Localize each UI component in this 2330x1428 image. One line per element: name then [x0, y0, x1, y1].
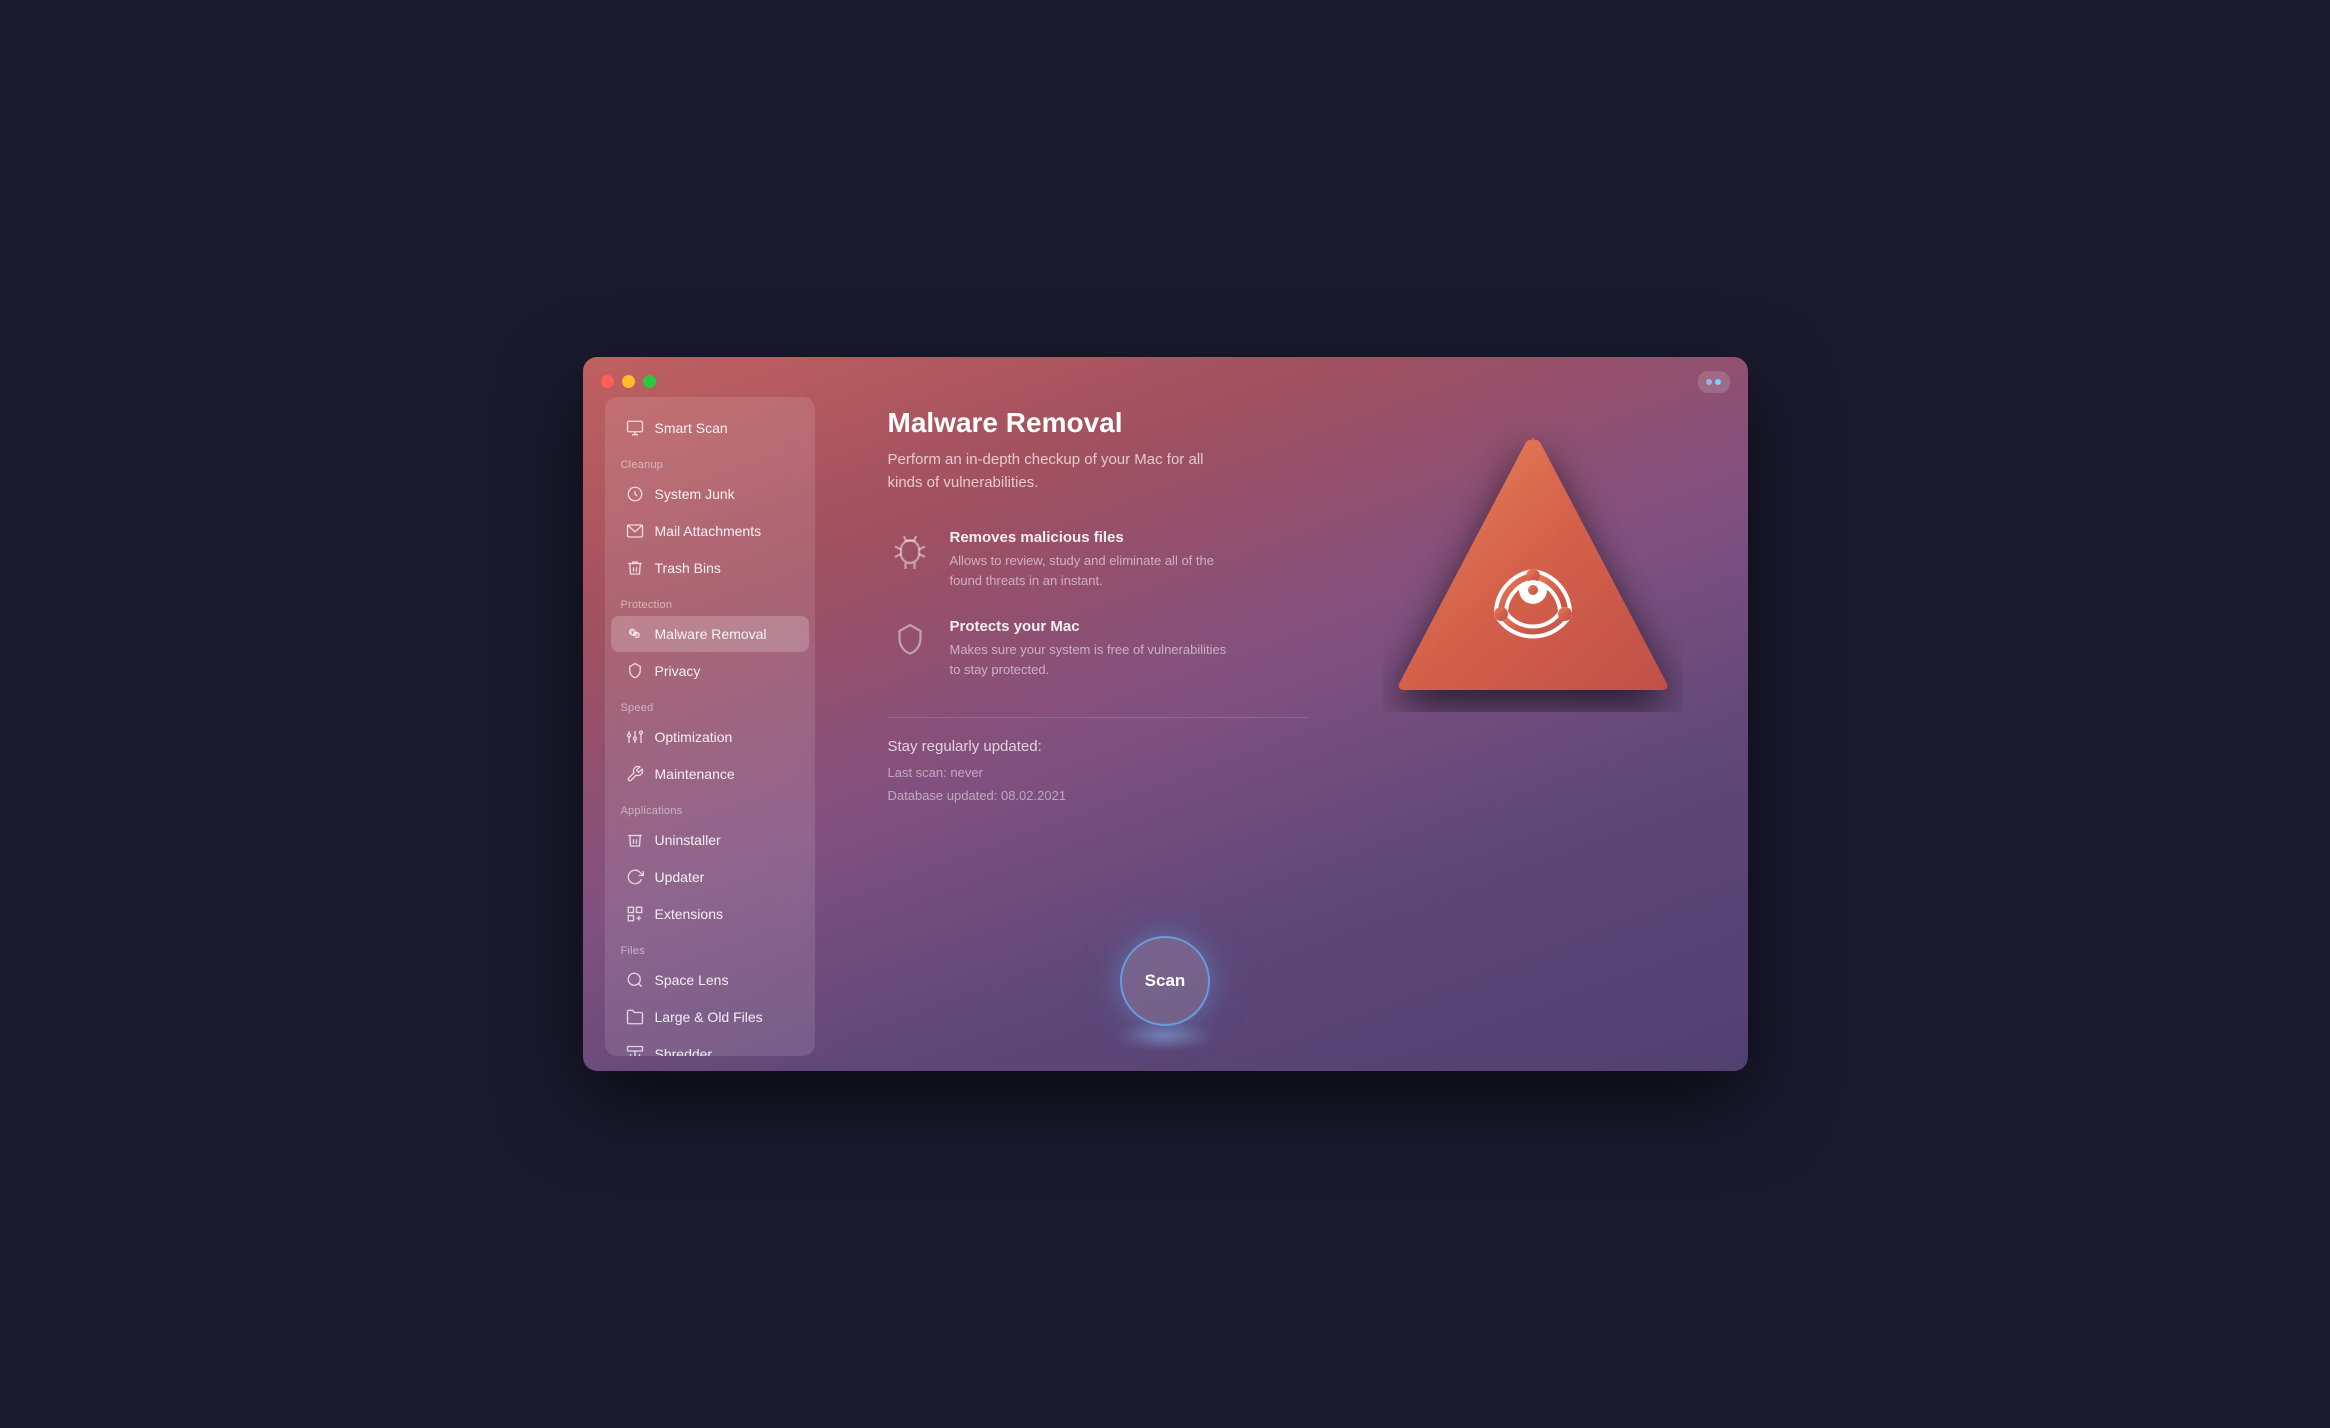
last-scan-info: Last scan: never Database updated: 08.02…	[888, 761, 1698, 808]
sidebar-item-shredder[interactable]: Shredder	[611, 1036, 809, 1056]
space-lens-icon	[625, 970, 645, 990]
main-content: Malware Removal Perform an in-depth chec…	[838, 357, 1748, 1071]
sidebar-item-label: Malware Removal	[655, 626, 767, 642]
feature-desc: Allows to review, study and eliminate al…	[950, 551, 1230, 590]
sidebar-item-optimization[interactable]: Optimization	[611, 719, 809, 755]
sidebar-item-label: Mail Attachments	[655, 523, 762, 539]
divider	[888, 717, 1308, 718]
scan-button[interactable]: Scan	[1120, 936, 1210, 1026]
sidebar-item-trash-bins[interactable]: Trash Bins	[611, 550, 809, 586]
traffic-lights	[601, 375, 656, 388]
indicator-dot	[1706, 379, 1712, 385]
sidebar-item-label: Uninstaller	[655, 832, 721, 848]
sidebar-item-label: Extensions	[655, 906, 723, 922]
smart-scan-icon	[625, 418, 645, 438]
sidebar-item-large-old-files[interactable]: Large & Old Files	[611, 999, 809, 1035]
sidebar-item-label: Space Lens	[655, 972, 729, 988]
sidebar-item-label: Updater	[655, 869, 705, 885]
indicator-dot-active	[1715, 379, 1721, 385]
sidebar-item-space-lens[interactable]: Space Lens	[611, 962, 809, 998]
sidebar-section-cleanup: Cleanup	[605, 447, 815, 475]
feature-item-malicious: Removes malicious files Allows to review…	[888, 529, 1308, 590]
feature-text-protect: Protects your Mac Makes sure your system…	[950, 618, 1230, 679]
sidebar-item-label: Trash Bins	[655, 560, 721, 576]
close-button[interactable]	[601, 375, 614, 388]
mail-icon	[625, 521, 645, 541]
optimization-icon	[625, 727, 645, 747]
uninstaller-icon	[625, 830, 645, 850]
sidebar-item-label: Privacy	[655, 663, 701, 679]
sidebar-section-applications: Applications	[605, 793, 815, 821]
sidebar-item-malware-removal[interactable]: Malware Removal	[611, 616, 809, 652]
sidebar-item-label: Large & Old Files	[655, 1009, 763, 1025]
feature-item-protect: Protects your Mac Makes sure your system…	[888, 618, 1308, 679]
privacy-icon	[625, 661, 645, 681]
sidebar-item-maintenance[interactable]: Maintenance	[611, 756, 809, 792]
sidebar-item-updater[interactable]: Updater	[611, 859, 809, 895]
scan-button-container: Scan	[1115, 936, 1215, 1051]
large-files-icon	[625, 1007, 645, 1027]
app-window: Smart Scan Cleanup System Junk Mail Atta…	[583, 357, 1748, 1071]
top-right-indicator[interactable]	[1698, 371, 1730, 393]
update-section: Stay regularly updated: Last scan: never…	[888, 738, 1698, 808]
trash-icon	[625, 558, 645, 578]
sidebar-item-label: Smart Scan	[655, 420, 728, 436]
sidebar-item-label: System Junk	[655, 486, 735, 502]
feature-title: Removes malicious files	[950, 529, 1230, 546]
sidebar-item-label: Maintenance	[655, 766, 735, 782]
sidebar-section-speed: Speed	[605, 690, 815, 718]
shredder-icon	[625, 1044, 645, 1056]
feature-desc: Makes sure your system is free of vulner…	[950, 640, 1230, 679]
sidebar-item-mail-attachments[interactable]: Mail Attachments	[611, 513, 809, 549]
sidebar-section-files: Files	[605, 933, 815, 961]
updater-icon	[625, 867, 645, 887]
maintenance-icon	[625, 764, 645, 784]
system-junk-icon	[625, 484, 645, 504]
page-subtitle: Perform an in-depth checkup of your Mac …	[888, 449, 1228, 494]
sidebar: Smart Scan Cleanup System Junk Mail Atta…	[605, 397, 815, 1056]
sidebar-item-system-junk[interactable]: System Junk	[611, 476, 809, 512]
biohazard-icon	[625, 624, 645, 644]
biohazard-svg	[1383, 422, 1683, 712]
extensions-icon	[625, 904, 645, 924]
update-title: Stay regularly updated:	[888, 738, 1698, 755]
sidebar-item-extensions[interactable]: Extensions	[611, 896, 809, 932]
sidebar-item-uninstaller[interactable]: Uninstaller	[611, 822, 809, 858]
feature-title: Protects your Mac	[950, 618, 1230, 635]
sidebar-item-label: Shredder	[655, 1046, 713, 1056]
minimize-button[interactable]	[622, 375, 635, 388]
maximize-button[interactable]	[643, 375, 656, 388]
feature-text-malicious: Removes malicious files Allows to review…	[950, 529, 1230, 590]
sidebar-item-privacy[interactable]: Privacy	[611, 653, 809, 689]
shield-icon	[888, 618, 932, 662]
sidebar-item-smart-scan[interactable]: Smart Scan	[611, 410, 809, 446]
biohazard-illustration	[1358, 407, 1708, 727]
sidebar-item-label: Optimization	[655, 729, 733, 745]
bug-icon	[888, 529, 932, 573]
sidebar-section-protection: Protection	[605, 587, 815, 615]
